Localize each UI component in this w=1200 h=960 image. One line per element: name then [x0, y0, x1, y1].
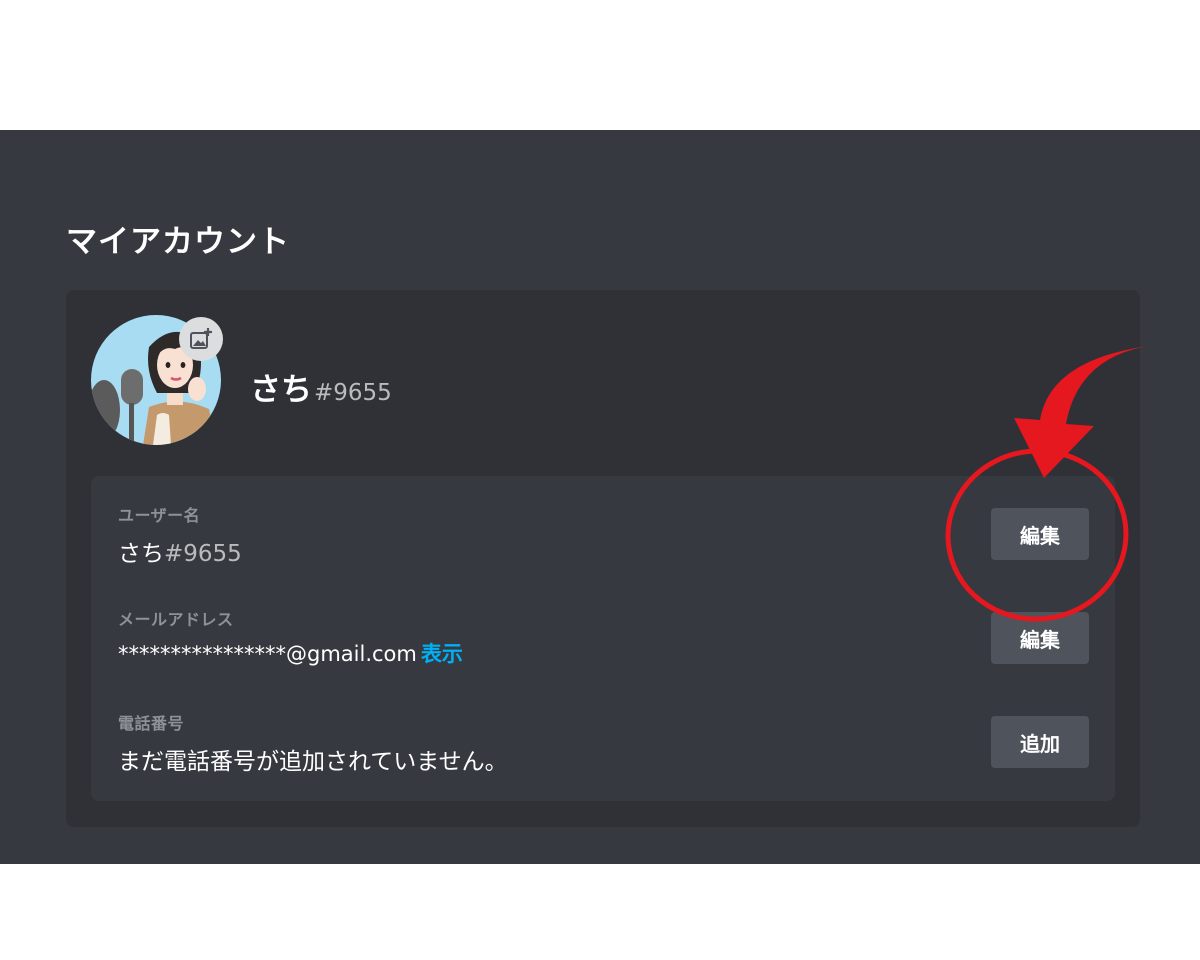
username-value: さち#9655: [118, 534, 242, 568]
upload-avatar-button[interactable]: [179, 317, 223, 361]
phone-value: まだ電話番号が追加されていません。: [118, 749, 508, 775]
username-label: ユーザー名: [118, 506, 201, 525]
profile-tag: #9655: [314, 380, 392, 406]
add-phone-button[interactable]: 追加: [991, 716, 1089, 768]
username-name: さち: [118, 541, 164, 567]
username-field: ユーザー名 さち#9655: [118, 502, 242, 568]
profile-name: さち: [250, 372, 312, 408]
email-field: メールアドレス ****************@gmail.com 表示: [118, 606, 463, 668]
email-value-row: ****************@gmail.com 表示: [118, 638, 463, 668]
username-tag: #9655: [164, 541, 242, 567]
phone-field: 電話番号 まだ電話番号が追加されていません。: [118, 710, 508, 776]
edit-email-button[interactable]: 編集: [991, 612, 1089, 664]
email-value: ****************@gmail.com: [118, 642, 417, 666]
image-plus-icon: [190, 328, 212, 349]
account-settings-panel: マイアカウント さち #9655 ユーザー名 さち#9655 編集 メールアドレ…: [0, 130, 1200, 864]
edit-username-button[interactable]: 編集: [991, 508, 1089, 560]
email-label: メールアドレス: [118, 610, 234, 629]
phone-label: 電話番号: [118, 714, 185, 733]
account-card: さち #9655 ユーザー名 さち#9655 編集 メールアドレス ******…: [66, 290, 1140, 827]
account-fields: ユーザー名 さち#9655 編集 メールアドレス ***************…: [91, 476, 1115, 801]
page-title: マイアカウント: [66, 224, 290, 260]
profile-display-name: さち #9655: [250, 364, 392, 409]
reveal-email-link[interactable]: 表示: [421, 642, 463, 666]
